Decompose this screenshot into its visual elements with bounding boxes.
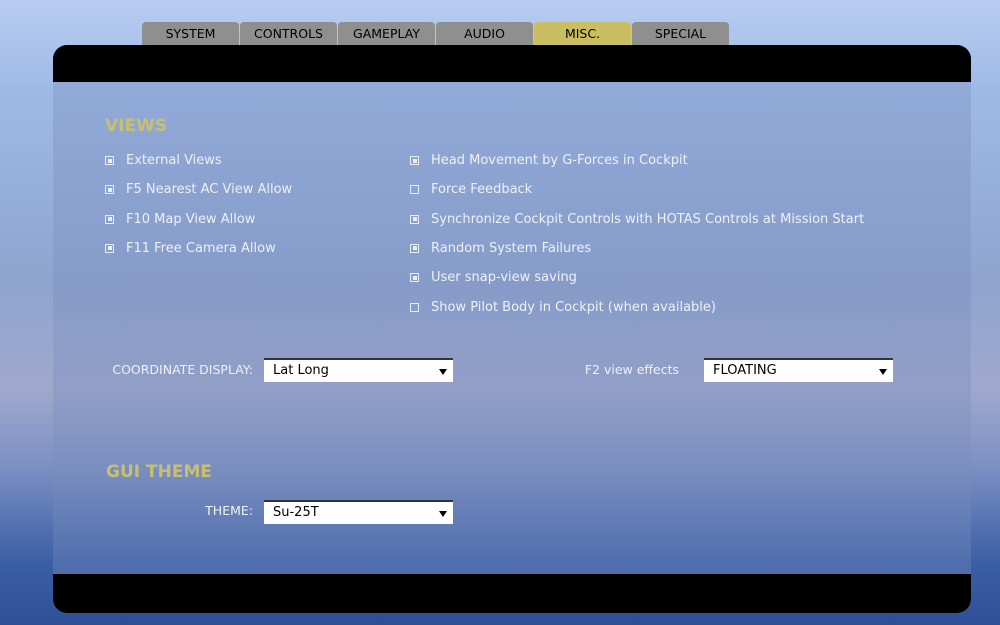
f2-view-effects-value: FLOATING [713, 363, 777, 378]
tab-audio[interactable]: AUDIO [436, 22, 533, 45]
checkbox-external-views[interactable]: External Views [105, 153, 222, 168]
settings-panel: VIEWS External Views F5 Nearest AC View A… [53, 45, 971, 613]
f2-view-effects-select[interactable]: FLOATING [704, 358, 893, 382]
gui-theme-header: GUI THEME [106, 462, 212, 482]
checkbox-label: F5 Nearest AC View Allow [126, 182, 293, 198]
checkbox-icon[interactable] [105, 185, 114, 195]
checkbox-label: User snap-view saving [431, 270, 577, 286]
checkbox-icon[interactable] [410, 156, 419, 165]
views-header: VIEWS [105, 116, 168, 136]
theme-select[interactable]: Su-25T [264, 500, 453, 524]
checkbox-synchronize-cockpit-controls-with-hotas-controls-at-mission-start[interactable]: Synchronize Cockpit Controls with HOTAS … [410, 212, 864, 227]
theme-value: Su-25T [273, 505, 319, 520]
checkbox-show-pilot-body-in-cockpit-when-available[interactable]: Show Pilot Body in Cockpit (when availab… [410, 300, 716, 315]
checkbox-force-feedback[interactable]: Force Feedback [410, 182, 532, 197]
checkbox-icon[interactable] [410, 214, 419, 224]
tab-special[interactable]: SPECIAL [632, 22, 729, 45]
checkbox-f5-nearest-ac-view-allow[interactable]: F5 Nearest AC View Allow [105, 182, 292, 197]
coordinate-display-select[interactable]: Lat Long [264, 358, 453, 382]
checkbox-label: Show Pilot Body in Cockpit (when availab… [431, 299, 716, 315]
theme-label: THEME: [205, 503, 253, 518]
checkbox-icon[interactable] [105, 156, 114, 165]
checkbox-label: Head Movement by G-Forces in Cockpit [431, 153, 688, 168]
checkbox-random-system-failures[interactable]: Random System Failures [410, 241, 591, 256]
checkbox-label: Synchronize Cockpit Controls with HOTAS … [431, 211, 865, 227]
checkbox-icon[interactable] [410, 185, 419, 195]
checkbox-icon[interactable] [410, 243, 419, 253]
checkbox-head-movement-by-g-forces-in-cockpit[interactable]: Head Movement by G-Forces in Cockpit [410, 153, 688, 168]
checkbox-icon[interactable] [410, 302, 419, 312]
checkbox-icon[interactable] [410, 273, 419, 283]
checkbox-icon[interactable] [105, 214, 114, 224]
checkbox-label: External Views [126, 153, 222, 168]
top-bar [53, 45, 971, 82]
tab-gameplay[interactable]: GAMEPLAY [338, 22, 435, 45]
checkbox-label: Force Feedback [431, 182, 533, 198]
tab-misc[interactable]: MISC. [534, 22, 631, 45]
coordinate-display-value: Lat Long [273, 363, 329, 378]
f2-view-effects-label: F2 view effects [584, 362, 679, 377]
checkbox-icon[interactable] [105, 243, 114, 253]
tab-bar: SYSTEM CONTROLS GAMEPLAY AUDIO MISC. SPECIAL [142, 22, 730, 45]
checkbox-label: F11 Free Camera Allow [126, 240, 276, 256]
checkbox-label: Random System Failures [431, 240, 592, 256]
dropdown-arrow-icon [439, 369, 447, 375]
checkbox-user-snap-view-saving[interactable]: User snap-view saving [410, 270, 577, 285]
coordinate-display-label: COORDINATE DISPLAY: [112, 362, 253, 377]
tab-controls[interactable]: CONTROLS [240, 22, 337, 45]
bottom-bar [53, 574, 971, 613]
dropdown-arrow-icon [439, 511, 447, 517]
checkbox-f10-map-view-allow[interactable]: F10 Map View Allow [105, 212, 255, 227]
checkbox-label: F10 Map View Allow [126, 211, 256, 227]
dropdown-arrow-icon [879, 369, 887, 375]
checkbox-f11-free-camera-allow[interactable]: F11 Free Camera Allow [105, 241, 276, 256]
tab-system[interactable]: SYSTEM [142, 22, 239, 45]
